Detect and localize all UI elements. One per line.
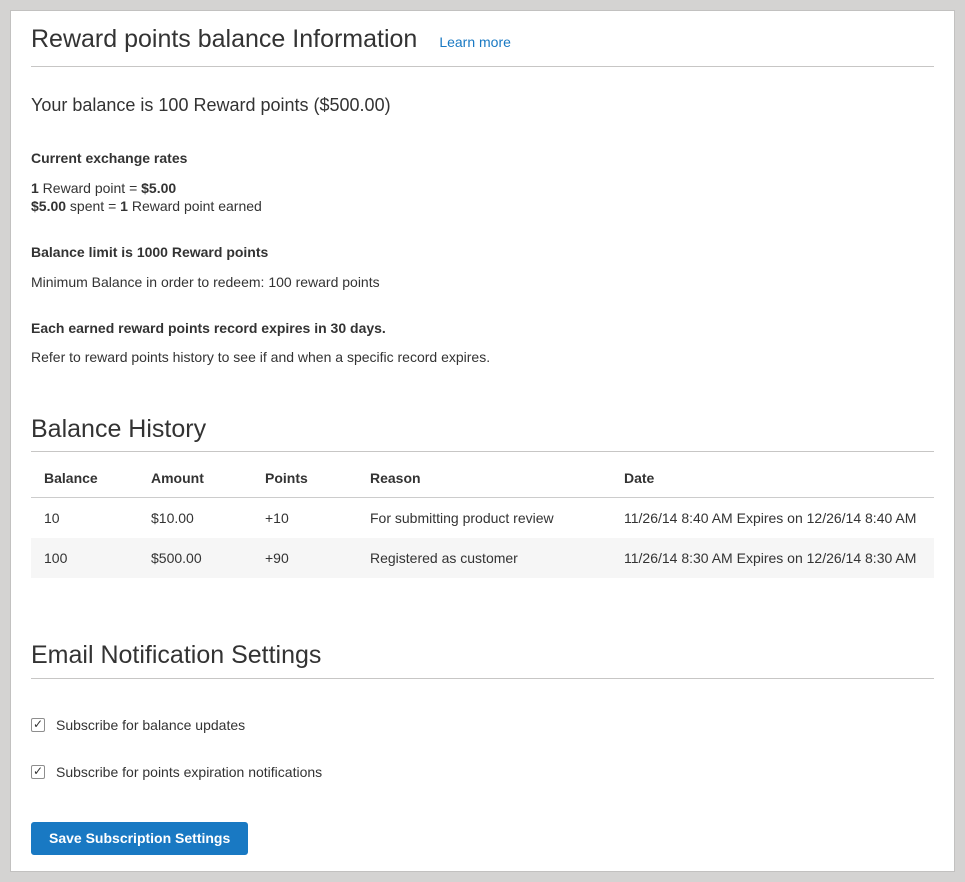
reward-points-panel: Reward points balance Information Learn …: [10, 10, 955, 872]
table-row: 100 $500.00 +90 Registered as customer 1…: [31, 538, 934, 578]
cell-amount: $500.00: [138, 538, 252, 578]
subscribe-points-expiration-checkbox[interactable]: [31, 765, 45, 779]
column-header-date: Date: [611, 452, 934, 498]
cell-points: +10: [252, 498, 357, 539]
cell-amount: $10.00: [138, 498, 252, 539]
column-header-points: Points: [252, 452, 357, 498]
balance-history-heading: Balance History: [31, 416, 934, 453]
column-header-reason: Reason: [357, 452, 611, 498]
table-header-row: Balance Amount Points Reason Date: [31, 452, 934, 498]
minimum-balance-text: Minimum Balance in order to redeem: 100 …: [31, 273, 934, 291]
cell-date: 11/26/14 8:40 AM Expires on 12/26/14 8:4…: [611, 498, 934, 539]
column-header-balance: Balance: [31, 452, 138, 498]
column-header-amount: Amount: [138, 452, 252, 498]
cell-reason: Registered as customer: [357, 538, 611, 578]
save-subscription-settings-button[interactable]: Save Subscription Settings: [31, 822, 248, 855]
notification-options: Subscribe for balance updates Subscribe …: [31, 716, 934, 781]
page-title-row: Reward points balance Information Learn …: [31, 26, 934, 67]
expiration-text: Each earned reward points record expires…: [31, 319, 934, 337]
balance-limit-text: Balance limit is 1000 Reward points: [31, 243, 934, 261]
page-title: Reward points balance Information: [31, 26, 417, 54]
learn-more-link[interactable]: Learn more: [439, 34, 511, 50]
cell-reason: For submitting product review: [357, 498, 611, 539]
subscribe-points-expiration-option: Subscribe for points expiration notifica…: [31, 763, 934, 781]
table-row: 10 $10.00 +10 For submitting product rev…: [31, 498, 934, 539]
balance-history-table: Balance Amount Points Reason Date 10 $10…: [31, 452, 934, 578]
cell-points: +90: [252, 538, 357, 578]
email-notification-settings-heading: Email Notification Settings: [31, 642, 934, 679]
cell-date: 11/26/14 8:30 AM Expires on 12/26/14 8:3…: [611, 538, 934, 578]
cell-balance: 100: [31, 538, 138, 578]
expiration-note-text: Refer to reward points history to see if…: [31, 348, 934, 366]
subscribe-balance-updates-option: Subscribe for balance updates: [31, 716, 934, 734]
subscribe-balance-updates-label[interactable]: Subscribe for balance updates: [56, 716, 245, 734]
cell-balance: 10: [31, 498, 138, 539]
subscribe-balance-updates-checkbox[interactable]: [31, 718, 45, 732]
subscribe-points-expiration-label[interactable]: Subscribe for points expiration notifica…: [56, 763, 322, 781]
exchange-rate-points-to-currency: 1 Reward point = $5.00: [31, 179, 934, 197]
exchange-rates: 1 Reward point = $5.00 $5.00 spent = 1 R…: [31, 179, 934, 215]
balance-summary: Your balance is 100 Reward points ($500.…: [31, 94, 934, 116]
exchange-rate-currency-to-points: $5.00 spent = 1 Reward point earned: [31, 197, 934, 215]
exchange-rates-heading: Current exchange rates: [31, 149, 934, 167]
